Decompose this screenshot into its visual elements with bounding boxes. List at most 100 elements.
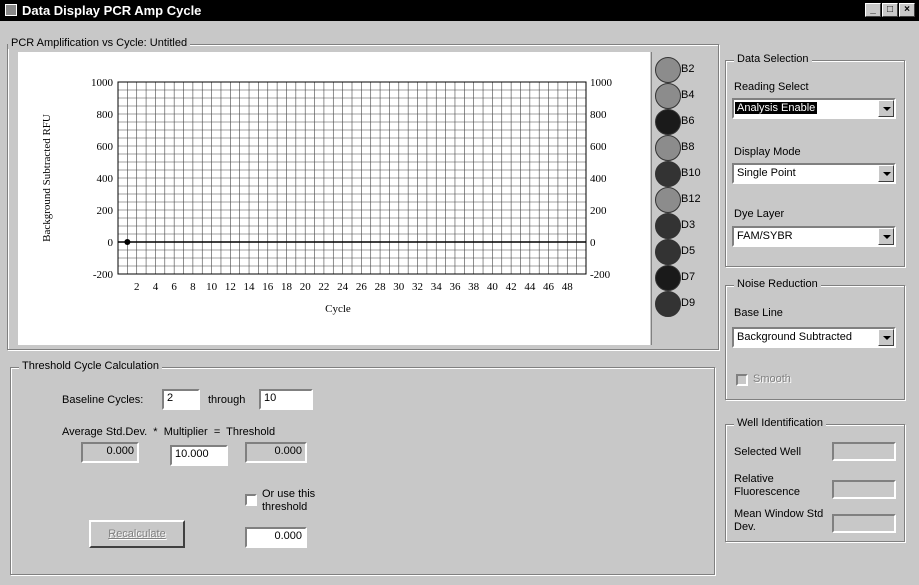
base-line-value: Background Subtracted [737, 331, 852, 343]
selected-well-field [832, 442, 896, 461]
well-b2[interactable] [655, 57, 681, 83]
x-tick-label: 8 [190, 281, 196, 293]
window-title: Data Display PCR Amp Cycle [22, 3, 202, 18]
well-b4[interactable] [655, 83, 681, 109]
y-tick-label-left: 400 [97, 173, 114, 185]
y-tick-label-left: 200 [97, 205, 114, 217]
y-tick-label-left: 0 [108, 237, 114, 249]
y-tick-label-right: 200 [590, 205, 607, 217]
x-axis-label: Cycle [325, 303, 351, 315]
noise-reduction-title: Noise Reduction [734, 278, 821, 290]
well-d7[interactable] [655, 265, 681, 291]
y-tick-label-right: 600 [590, 141, 607, 153]
display-mode-value: Single Point [737, 167, 796, 179]
x-tick-label: 6 [171, 281, 177, 293]
smooth-checkbox[interactable] [736, 374, 748, 386]
recalculate-label: Recalculate [108, 528, 166, 540]
x-tick-label: 4 [153, 281, 159, 293]
maximize-button[interactable]: □ [882, 3, 898, 17]
x-tick-label: 34 [431, 281, 443, 293]
selected-well-label: Selected Well [734, 446, 802, 458]
chevron-down-icon[interactable] [878, 165, 894, 182]
well-b6[interactable] [655, 109, 681, 135]
baseline-from-input[interactable]: 2 [162, 389, 200, 410]
minimize-button[interactable]: _ [865, 3, 881, 17]
x-tick-label: 40 [487, 281, 499, 293]
x-tick-label: 38 [468, 281, 480, 293]
chevron-down-icon[interactable] [878, 228, 894, 245]
baseline-cycles-label: Baseline Cycles: [62, 394, 144, 406]
x-tick-label: 46 [543, 281, 555, 293]
dye-layer-dropdown[interactable]: FAM/SYBR [732, 226, 896, 247]
x-tick-label: 42 [506, 281, 517, 293]
use-threshold-checkbox[interactable] [245, 494, 257, 506]
recalculate-button[interactable]: Recalculate [89, 520, 185, 548]
relative-fluorescence-label: Relative Fluorescence [734, 473, 801, 498]
formula-label: Average Std.Dev. * Multiplier = Threshol… [62, 426, 276, 438]
y-tick-label-right: 400 [590, 173, 607, 185]
y-tick-label-left: 800 [97, 109, 114, 121]
app-icon[interactable] [5, 4, 17, 16]
pcr-chart[interactable]: 1000 1000 800 800 600 600 400 400 200 200 0 0 -200 -2… [18, 52, 650, 345]
x-tick-label: 14 [244, 281, 256, 293]
dye-layer-value: FAM/SYBR [737, 230, 793, 242]
well-identification-title: Well Identification [734, 417, 827, 429]
well-list: B2 B4 B6 B8 B10 B12 D3 D5 D7 D9 [651, 52, 715, 345]
display-mode-label: Display Mode [734, 146, 801, 158]
relative-fluorescence-field [832, 480, 896, 499]
well-label: B2 [681, 63, 695, 75]
x-tick-label: 30 [393, 281, 405, 293]
x-tick-label: 28 [375, 281, 387, 293]
reading-select-dropdown[interactable]: Analysis Enable [732, 98, 896, 119]
y-tick-label-right: 0 [590, 237, 596, 249]
x-tick-label: 2 [134, 281, 140, 293]
well-b8[interactable] [655, 135, 681, 161]
use-threshold-label: Or use this threshold [262, 488, 316, 513]
mean-window-label: Mean Window Std Dev. [734, 508, 824, 533]
y-tick-label-left: 600 [97, 141, 114, 153]
multiplier-input[interactable]: 10.000 [170, 445, 228, 466]
well-label: B10 [681, 167, 701, 179]
well-d3[interactable] [655, 213, 681, 239]
y-axis-label: Background Subtracted RFU [41, 114, 53, 242]
data-selection-title: Data Selection [734, 53, 812, 65]
well-d5[interactable] [655, 239, 681, 265]
x-tick-label: 22 [318, 281, 329, 293]
y-tick-label-left: -200 [93, 269, 114, 281]
custom-threshold-input[interactable]: 0.000 [245, 527, 307, 548]
plot-frame-title: PCR Amplification vs Cycle: Untitled [8, 37, 191, 49]
title-bar: Data Display PCR Amp Cycle _ □ × [0, 0, 919, 21]
well-b10[interactable] [655, 161, 681, 187]
chevron-down-icon[interactable] [878, 329, 894, 346]
baseline-to-input[interactable]: 10 [259, 389, 313, 410]
x-tick-label: 20 [300, 281, 312, 293]
well-d9[interactable] [655, 291, 681, 317]
reading-select-value: Analysis Enable [735, 102, 818, 114]
y-tick-label-right: 1000 [590, 77, 613, 89]
threshold-title: Threshold Cycle Calculation [19, 360, 162, 372]
well-label: D3 [681, 219, 696, 231]
x-tick-label: 26 [356, 281, 368, 293]
well-label: B8 [681, 141, 695, 153]
base-line-dropdown[interactable]: Background Subtracted [732, 327, 896, 348]
well-b12[interactable] [655, 187, 681, 213]
dye-layer-label: Dye Layer [734, 208, 785, 220]
close-button[interactable]: × [899, 3, 915, 17]
well-label: D5 [681, 245, 696, 257]
x-tick-label: 36 [449, 281, 461, 293]
through-label: through [208, 394, 246, 406]
chart-area[interactable]: 1000 1000 800 800 600 600 400 400 200 200 0 0 -200 -2… [18, 52, 650, 345]
threshold-field: 0.000 [245, 442, 307, 463]
x-tick-label: 24 [337, 281, 349, 293]
data-point [124, 239, 131, 245]
well-label: D7 [681, 271, 696, 283]
y-tick-label-right: 800 [590, 109, 607, 121]
y-tick-label-right: -200 [590, 269, 611, 281]
well-label: B6 [681, 115, 695, 127]
well-label: B4 [681, 89, 695, 101]
chevron-down-icon[interactable] [878, 100, 894, 117]
x-tick-label: 44 [524, 281, 536, 293]
x-tick-label: 12 [225, 281, 236, 293]
base-line-label: Base Line [734, 307, 783, 319]
display-mode-dropdown[interactable]: Single Point [732, 163, 896, 184]
